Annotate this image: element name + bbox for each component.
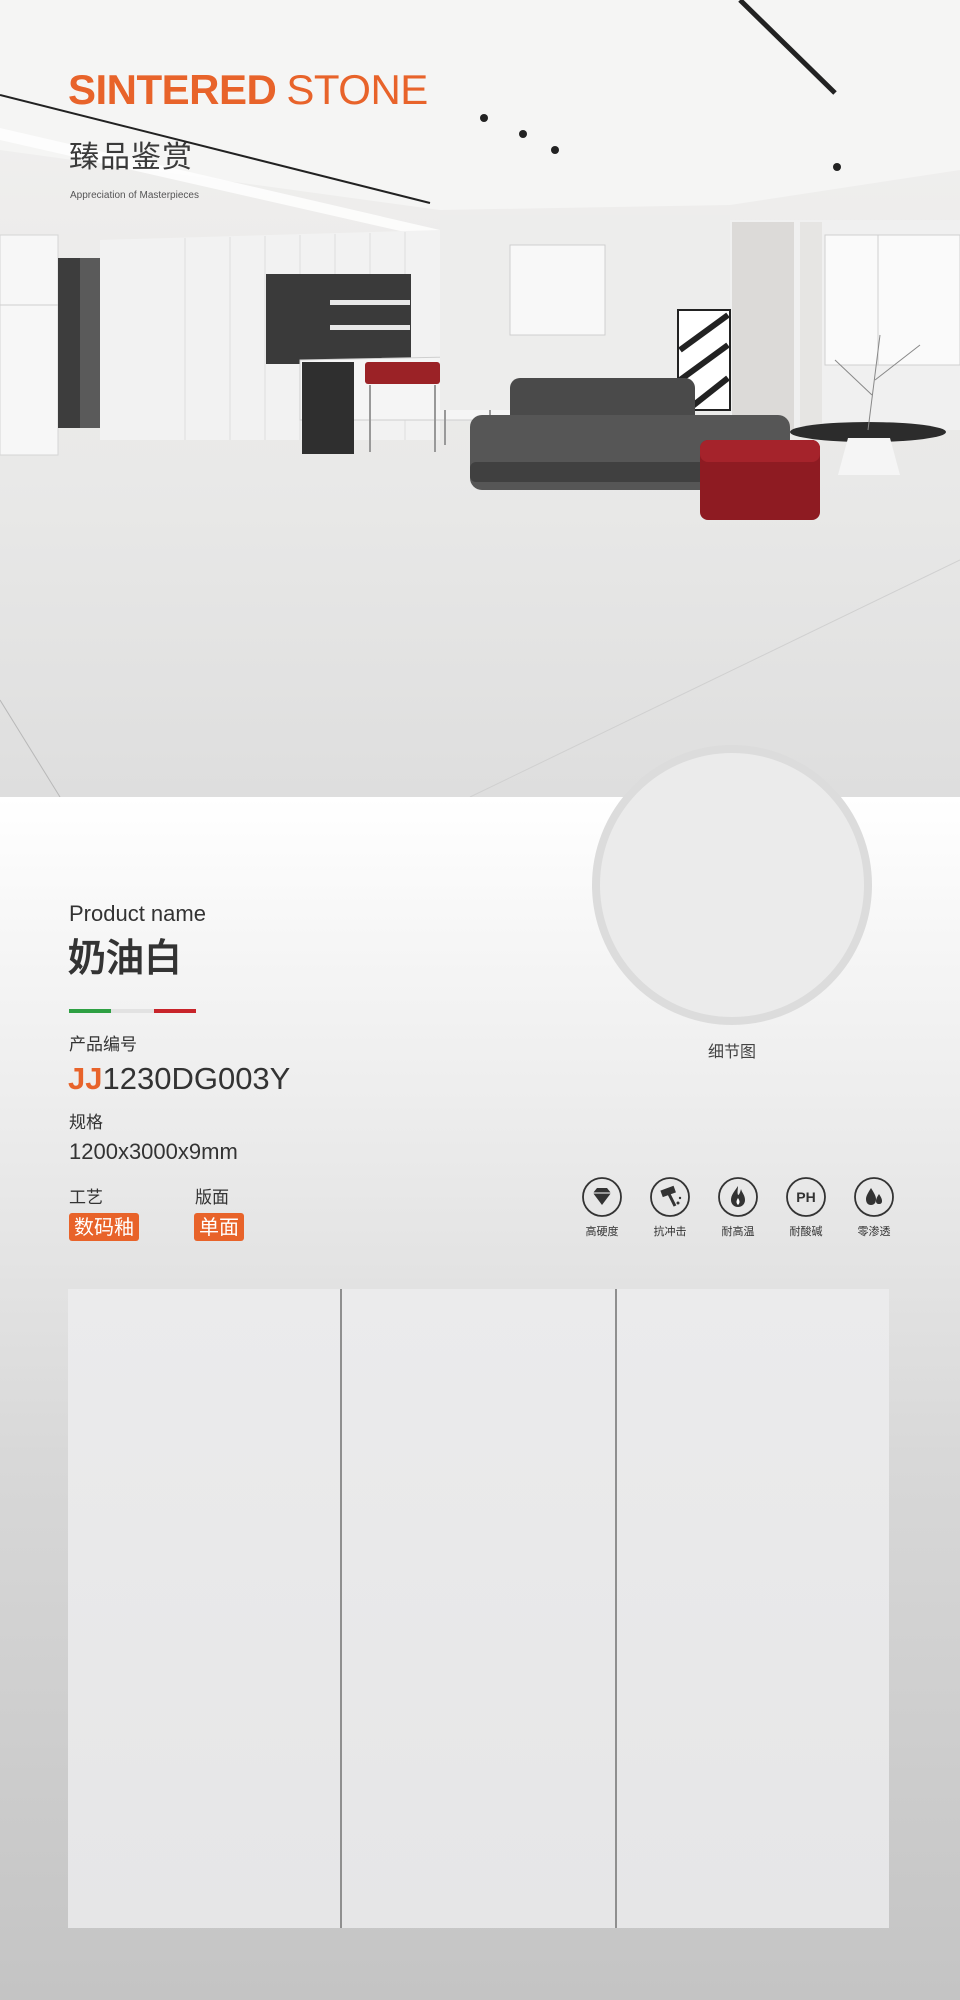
feature-label: 耐高温 (721, 1225, 755, 1238)
feature-heat: 耐高温 (703, 1176, 773, 1239)
hero-subtitle: 臻品鉴赏 (69, 140, 193, 175)
feature-hardness: 高硬度 (567, 1176, 637, 1239)
feature-label: 抗冲击 (653, 1225, 687, 1238)
feature-waterproof: 零渗透 (839, 1176, 909, 1239)
hero-room-image: SINTERED STONE 臻品鉴赏 Appreciation of Maste… (0, 0, 960, 797)
ph-icon-text: PH (796, 1189, 815, 1205)
spec-value: 1200x3000x9mm (69, 1139, 238, 1164)
detail-label: 细节图 (707, 1042, 756, 1061)
feature-icons: 高硬度 抗冲击 耐高温 PH 耐酸碱 零渗透 (567, 1176, 894, 1246)
droplet-icon (854, 1177, 894, 1217)
slab-panels (68, 1289, 889, 1928)
hero-tagline: Appreciation of Masterpieces (70, 190, 199, 201)
brand-title-bold: SINTERED (68, 66, 277, 113)
slab-panel (68, 1289, 341, 1928)
face-tag: 单面 (194, 1213, 244, 1241)
product-code-label: 产品编号 (69, 1035, 137, 1055)
ph-icon: PH (786, 1177, 826, 1217)
product-code: JJ1230DG003Y (68, 1060, 290, 1098)
living-room-illustration (0, 0, 960, 797)
craft-tag: 数码釉 (69, 1213, 139, 1241)
feature-label: 耐酸碱 (789, 1225, 823, 1238)
brand-title: SINTERED STONE (68, 64, 428, 116)
feature-acid: PH 耐酸碱 (771, 1176, 841, 1239)
craft-label: 工艺 (69, 1188, 103, 1208)
diamond-icon (582, 1177, 622, 1217)
feature-label: 高硬度 (585, 1225, 619, 1238)
flame-icon (718, 1177, 758, 1217)
slab-panel (614, 1289, 889, 1928)
product-name-label: Product name (69, 901, 206, 926)
italian-flag-divider (69, 1009, 196, 1013)
product-name: 奶油白 (68, 936, 183, 980)
hammer-icon (650, 1177, 690, 1217)
product-code-rest: 1230DG003Y (102, 1061, 291, 1096)
feature-label: 零渗透 (857, 1225, 891, 1238)
product-code-prefix: JJ (68, 1061, 103, 1096)
brand-title-light: STONE (286, 66, 428, 113)
slab-panel (340, 1289, 615, 1928)
detail-swatch (592, 745, 872, 1025)
face-label: 版面 (195, 1188, 229, 1208)
feature-impact: 抗冲击 (635, 1176, 705, 1239)
spec-label: 规格 (69, 1113, 103, 1133)
